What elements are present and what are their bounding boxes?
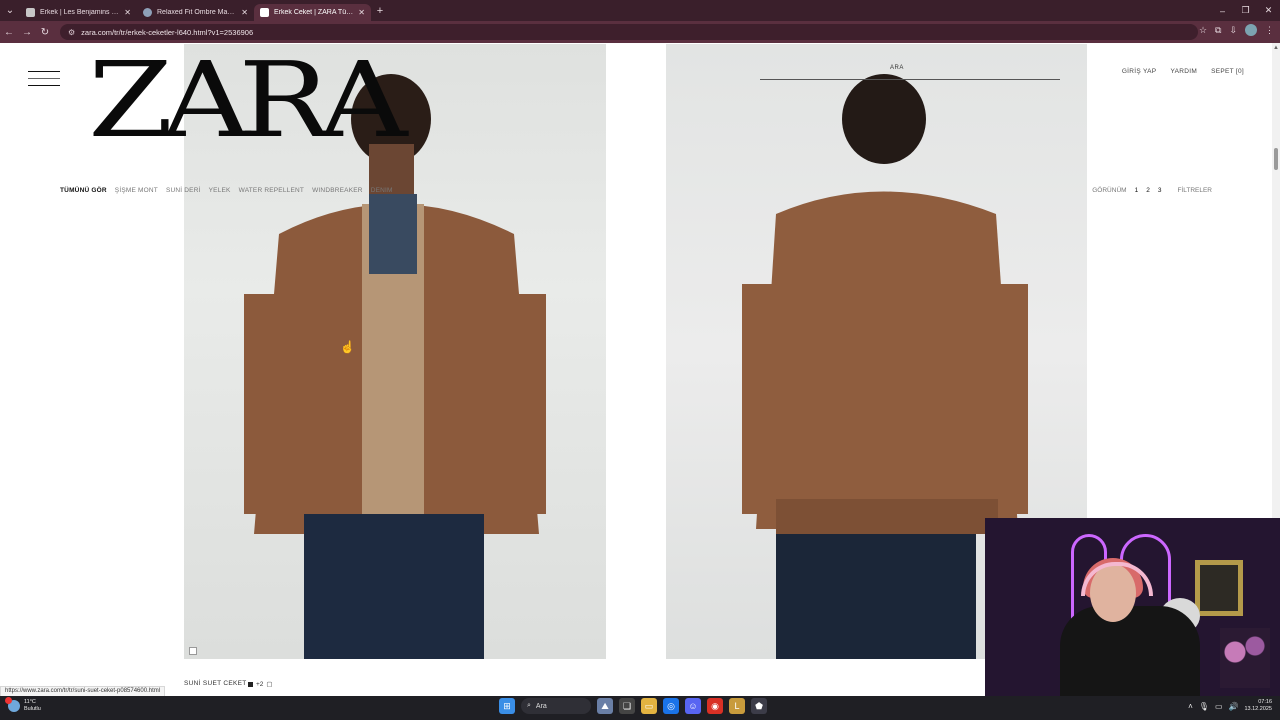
more-colors-count: +2 bbox=[256, 680, 264, 688]
webcam-overlay bbox=[985, 518, 1280, 696]
menu-kebab-icon[interactable]: ⋮ bbox=[1265, 25, 1274, 36]
weather-icon bbox=[5, 697, 20, 712]
media-icon: . bbox=[189, 647, 197, 655]
tab-title: Relaxed Fit Ombre Mavi Renkli bbox=[157, 9, 236, 16]
bookmark-star-icon[interactable]: ☆ bbox=[1199, 25, 1207, 36]
volume-icon[interactable]: 🔊 bbox=[1229, 702, 1239, 711]
mouse-cursor-icon: ☝ bbox=[340, 340, 355, 354]
taskbar-search-label: Ara bbox=[535, 702, 547, 710]
more-colors-icon: ▢ bbox=[266, 681, 273, 688]
view-option-3[interactable]: 3 bbox=[1158, 187, 1162, 194]
minimize-icon[interactable]: – bbox=[1211, 0, 1234, 21]
tab-search-icon[interactable]: ⌄ bbox=[0, 0, 20, 21]
app-shield-icon[interactable]: ⬟ bbox=[751, 698, 767, 714]
tab-favicon-icon bbox=[26, 8, 35, 17]
menu-hamburger-icon[interactable] bbox=[28, 71, 60, 87]
new-tab-button[interactable]: + bbox=[371, 5, 389, 17]
close-tab-icon[interactable]: ✕ bbox=[241, 8, 248, 17]
weather-desc: Bulutlu bbox=[24, 706, 41, 712]
weather-widget[interactable]: 11°C Bulutlu bbox=[5, 697, 41, 713]
color-swatch[interactable] bbox=[248, 681, 253, 687]
browser-tab-strip: ⌄ Erkek | Les Benjamins – LES BEN ✕ Rela… bbox=[0, 0, 1280, 21]
forward-icon[interactable]: → bbox=[18, 27, 36, 38]
tab-title: Erkek | Les Benjamins – LES BEN bbox=[40, 9, 119, 16]
scroll-up-icon[interactable]: ▲ bbox=[1273, 45, 1279, 51]
window-controls: – ❐ ✕ bbox=[1211, 0, 1280, 21]
tab-title: Erkek Ceket | ZARA Türkiye bbox=[274, 9, 354, 16]
system-tray: ˄ 🎙 ▭ 🔊 07:16 13.12.2025 bbox=[1188, 699, 1272, 713]
tab-les-benjamins[interactable]: Erkek | Les Benjamins – LES BEN ✕ bbox=[20, 4, 137, 21]
widgets-landscape-icon[interactable]: ⛰ bbox=[597, 698, 613, 714]
wall-picture-frame bbox=[1195, 560, 1243, 616]
search-icon: ⌕ bbox=[527, 702, 531, 709]
download-icon[interactable]: ⇩ bbox=[1229, 25, 1237, 36]
league-launcher-icon[interactable]: L bbox=[729, 698, 745, 714]
maximize-icon[interactable]: ❐ bbox=[1234, 0, 1257, 21]
file-explorer-icon[interactable]: ▭ bbox=[641, 698, 657, 714]
taskbar-apps: ⊞ ⌕ Ara ⛰ ❏ ▭ ◎ ☺ ◉ L ⬟ bbox=[499, 698, 767, 714]
toolbar-actions: ☆ ⧉ ⇩ ⋮ bbox=[1199, 24, 1274, 36]
cart-link[interactable]: SEPET [0] bbox=[1211, 68, 1244, 75]
color-swatches[interactable]: +2 ▢ bbox=[248, 680, 273, 688]
globe-icon bbox=[143, 8, 152, 17]
scrollbar-thumb[interactable] bbox=[1274, 148, 1278, 170]
search-label: ARA bbox=[890, 65, 904, 71]
extensions-icon[interactable]: ⧉ bbox=[1215, 25, 1221, 36]
address-bar[interactable]: ⚙ zara.com/tr/tr/erkek-ceketler-l640.htm… bbox=[60, 24, 1198, 40]
tab-zara[interactable]: Erkek Ceket | ZARA Türkiye ✕ bbox=[254, 4, 371, 21]
taskbar-search[interactable]: ⌕ Ara bbox=[521, 698, 591, 714]
zara-favicon-icon bbox=[260, 8, 269, 17]
zara-logo[interactable]: ZARA bbox=[88, 48, 408, 152]
help-link[interactable]: YARDIM bbox=[1170, 68, 1197, 75]
clock-time: 07:16 bbox=[1258, 699, 1272, 705]
close-window-icon[interactable]: ✕ bbox=[1257, 0, 1280, 21]
category-all[interactable]: TÜMÜNÜ GÖR bbox=[60, 187, 107, 194]
login-link[interactable]: GİRİŞ YAP bbox=[1122, 68, 1157, 75]
discord-icon[interactable]: ☺ bbox=[685, 698, 701, 714]
chrome-icon[interactable]: ◎ bbox=[663, 698, 679, 714]
category-puffer[interactable]: ŞİŞME MONT bbox=[115, 187, 158, 194]
tab-relaxed-fit[interactable]: Relaxed Fit Ombre Mavi Renkli ✕ bbox=[137, 4, 254, 21]
close-tab-icon[interactable]: ✕ bbox=[124, 8, 131, 17]
search-input[interactable]: ARA bbox=[760, 65, 1060, 80]
view-option-1[interactable]: 1 bbox=[1135, 187, 1139, 194]
category-nav: TÜMÜNÜ GÖR ŞİŞME MONT SUNİ DERİ YELEK WA… bbox=[60, 187, 393, 194]
site-info-icon[interactable]: ⚙ bbox=[68, 28, 75, 37]
filters-button[interactable]: FİLTRELER bbox=[1177, 187, 1212, 194]
reload-icon[interactable]: ↻ bbox=[36, 27, 54, 38]
task-view-icon[interactable]: ❏ bbox=[619, 698, 635, 714]
view-controls: GÖRÜNÜM 1 2 3 FİLTRELER bbox=[1092, 187, 1212, 194]
profile-avatar[interactable] bbox=[1245, 24, 1257, 36]
header-links: GİRİŞ YAP YARDIM SEPET [0] bbox=[1122, 68, 1244, 75]
windows-start-icon[interactable]: ⊞ bbox=[499, 698, 515, 714]
streamer-body bbox=[1060, 606, 1200, 696]
category-denim[interactable]: DENIM bbox=[371, 187, 393, 194]
browser-toolbar: ← → ↻ ⚙ zara.com/tr/tr/erkek-ceketler-l6… bbox=[0, 21, 1280, 43]
os-taskbar: 11°C Bulutlu ⊞ ⌕ Ara ⛰ ❏ ▭ ◎ ☺ ◉ L ⬟ ˄ 🎙… bbox=[0, 696, 1280, 720]
app-red-icon[interactable]: ◉ bbox=[707, 698, 723, 714]
flower-decor bbox=[1220, 628, 1270, 688]
back-icon[interactable]: ← bbox=[0, 27, 18, 38]
view-option-2[interactable]: 2 bbox=[1146, 187, 1150, 194]
product-name[interactable]: SUNİ SUET CEKET bbox=[184, 680, 247, 687]
view-label: GÖRÜNÜM bbox=[1092, 187, 1127, 194]
clock-date: 13.12.2025 bbox=[1244, 706, 1272, 712]
microphone-icon[interactable]: 🎙 bbox=[1199, 702, 1209, 711]
display-icon[interactable]: ▭ bbox=[1215, 702, 1223, 711]
weather-temp: 11°C bbox=[24, 699, 36, 705]
category-vest[interactable]: YELEK bbox=[209, 187, 231, 194]
clock[interactable]: 07:16 13.12.2025 bbox=[1244, 699, 1272, 713]
category-water-repellent[interactable]: WATER REPELLENT bbox=[239, 187, 304, 194]
url-text: zara.com/tr/tr/erkek-ceketler-l640.html?… bbox=[81, 27, 254, 37]
category-windbreaker[interactable]: WINDBREAKER bbox=[312, 187, 363, 194]
category-faux-leather[interactable]: SUNİ DERİ bbox=[166, 187, 201, 194]
close-tab-icon[interactable]: ✕ bbox=[358, 8, 365, 17]
tray-chevron-icon[interactable]: ˄ bbox=[1188, 702, 1193, 711]
